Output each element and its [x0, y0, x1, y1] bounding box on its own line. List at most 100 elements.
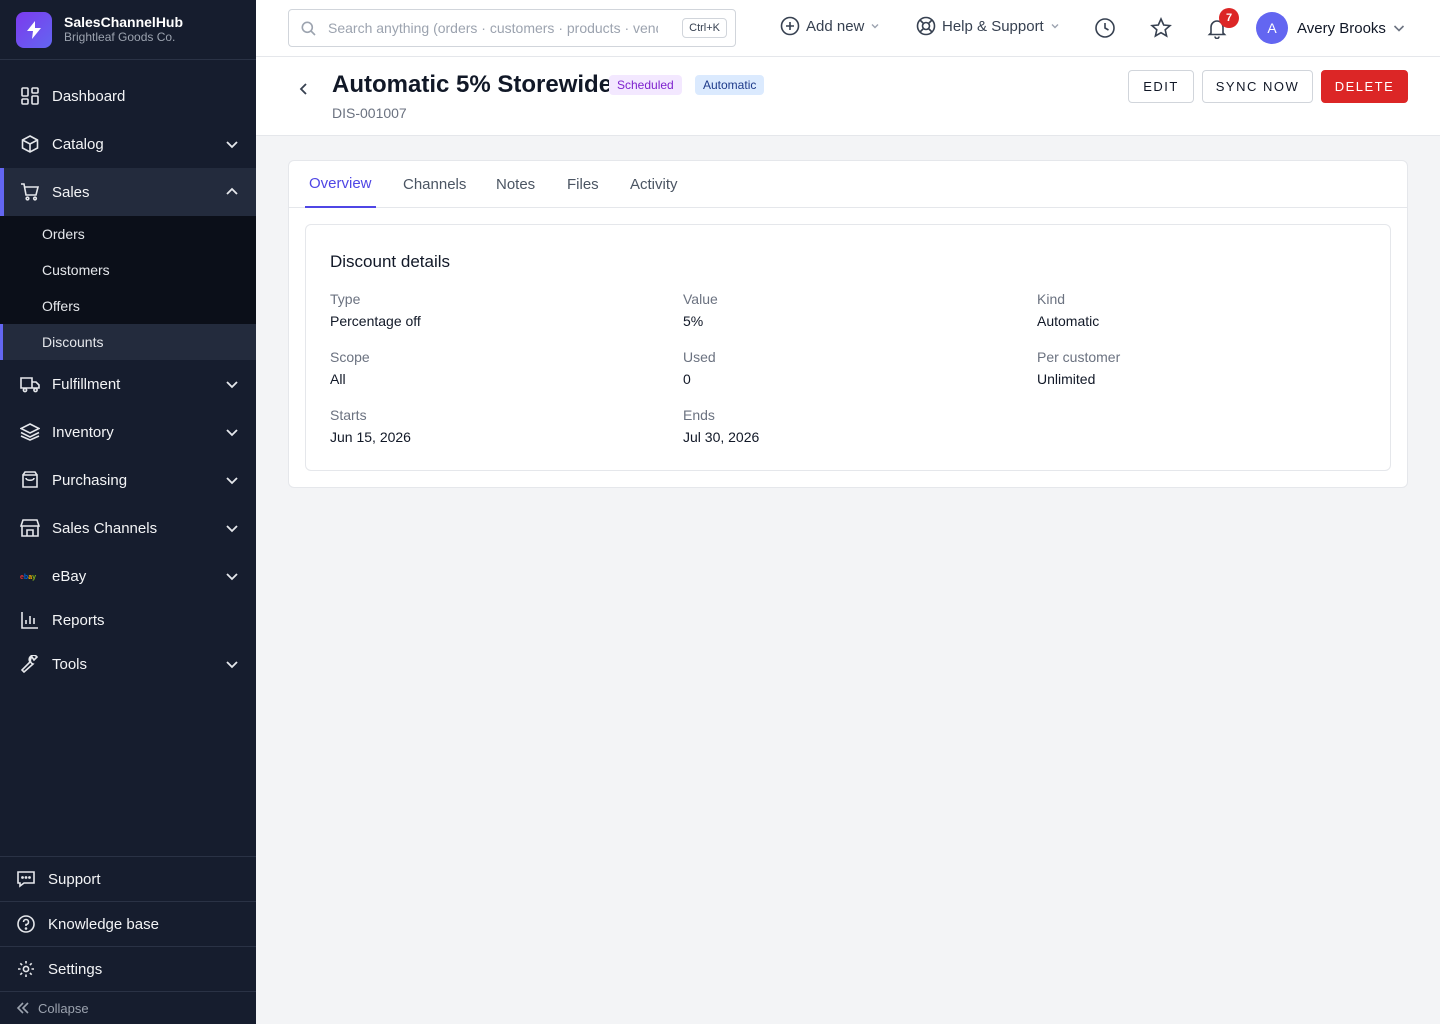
add-new-label: Add new [806, 17, 865, 35]
tab-overview[interactable]: Overview [305, 161, 376, 208]
chevron-down-icon [224, 656, 240, 672]
brand-name: SalesChannelHub [64, 14, 184, 30]
lightning-icon [16, 11, 52, 48]
search-input[interactable] [328, 20, 658, 36]
collapse-sidebar-button[interactable]: Collapse [0, 992, 256, 1024]
sidebar-item-label: Support [48, 870, 101, 888]
sidebar-item-dashboard[interactable]: Dashboard [0, 72, 256, 120]
page-title: Automatic 5% Storewide [332, 71, 613, 98]
tab-bar: Overview Channels Notes Files Activity [289, 161, 1407, 208]
shopping-bag-icon [20, 470, 40, 490]
tab-activity[interactable]: Activity [626, 161, 682, 208]
sidebar: SalesChannelHub Brightleaf Goods Co. Das… [0, 0, 256, 1024]
edit-button[interactable]: EDIT [1128, 70, 1194, 103]
field-label: Starts [330, 407, 367, 423]
field-value: Unlimited [1037, 371, 1096, 387]
chevrons-left-icon [16, 1001, 30, 1015]
sidebar-footer: Support Knowledge base Settings Collapse [0, 856, 256, 1024]
field-value: Jul 30, 2026 [683, 429, 760, 445]
collapse-label: Collapse [38, 1000, 89, 1016]
sidebar-item-label: Tools [52, 655, 88, 673]
field-value: All [330, 371, 346, 387]
record-id: DIS-001007 [332, 105, 407, 121]
field-kind: Kind Automatic [1037, 290, 1099, 330]
status-badge: Scheduled [609, 75, 682, 95]
sidebar-item-catalog[interactable]: Catalog [0, 120, 256, 168]
bar-chart-icon [20, 610, 40, 630]
sidebar-subitem-orders[interactable]: Orders [0, 216, 256, 252]
wrench-icon [20, 654, 40, 674]
chevron-down-icon [870, 21, 880, 31]
help-support-label: Help & Support [942, 17, 1044, 35]
tab-channels[interactable]: Channels [399, 161, 470, 208]
chevron-up-icon [224, 184, 240, 200]
sidebar-item-sales[interactable]: Sales [0, 168, 256, 216]
chevron-down-icon [224, 376, 240, 392]
brand[interactable]: SalesChannelHub Brightleaf Goods Co. [0, 0, 256, 60]
sidebar-item-reports[interactable]: Reports [0, 600, 256, 640]
top-bar: Ctrl+K Add new Help & Support 7 A Avery … [256, 0, 1440, 57]
user-menu[interactable]: A Avery Brooks [1256, 12, 1406, 44]
sidebar-item-fulfillment[interactable]: Fulfillment [0, 360, 256, 408]
sidebar-item-inventory[interactable]: Inventory [0, 408, 256, 456]
search-box[interactable]: Ctrl+K [288, 9, 736, 47]
field-label: Value [683, 291, 718, 307]
help-support-button[interactable]: Help & Support [916, 16, 1060, 36]
sales-submenu: Orders Customers Offers Discounts [0, 216, 256, 360]
sidebar-item-tools[interactable]: Tools [0, 640, 256, 688]
back-button[interactable] [296, 81, 312, 97]
help-circle-icon [16, 914, 36, 934]
sidebar-item-support[interactable]: Support [0, 857, 256, 902]
field-value: Jun 15, 2026 [330, 429, 411, 445]
field-label: Per customer [1037, 349, 1121, 365]
svg-text:ebay: ebay [20, 574, 36, 581]
sidebar-item-label: Fulfillment [52, 375, 121, 393]
field-label: Scope [330, 349, 370, 365]
notifications-button[interactable]: 7 [1205, 8, 1239, 40]
brand-org: Brightleaf Goods Co. [64, 30, 176, 44]
dashboard-icon [20, 86, 40, 106]
field-scope: Scope All [330, 348, 370, 388]
field-value: Percentage off [330, 313, 421, 329]
sidebar-item-label: eBay [52, 567, 87, 585]
sidebar-item-sales-channels[interactable]: Sales Channels [0, 504, 256, 552]
plus-circle-icon [780, 16, 800, 36]
user-name: Avery Brooks [1297, 19, 1386, 37]
add-new-button[interactable]: Add new [780, 16, 880, 36]
chat-icon [16, 869, 36, 889]
tab-files[interactable]: Files [563, 161, 603, 208]
favorites-button[interactable] [1149, 16, 1173, 40]
field-label: Type [330, 291, 361, 307]
sidebar-item-label: Inventory [52, 423, 114, 441]
sidebar-subitem-offers[interactable]: Offers [0, 288, 256, 324]
page-header: Automatic 5% Storewide Scheduled Automat… [256, 57, 1440, 136]
ebay-logo-icon: ebay [20, 566, 40, 586]
delete-button[interactable]: DELETE [1321, 70, 1408, 103]
avatar: A [1256, 12, 1288, 44]
field-starts: Starts Jun 15, 2026 [330, 406, 411, 446]
chevron-down-icon [1392, 21, 1406, 35]
field-label: Kind [1037, 291, 1066, 307]
discount-details-panel: Discount details Type Percentage off Val… [305, 224, 1391, 471]
sidebar-item-label: Knowledge base [48, 915, 159, 933]
sidebar-item-purchasing[interactable]: Purchasing [0, 456, 256, 504]
sidebar-item-label: Catalog [52, 135, 104, 153]
star-icon [1150, 17, 1172, 39]
field-value: 0 [683, 371, 691, 387]
sidebar-item-label: Sales [52, 183, 90, 201]
sync-now-button[interactable]: SYNC NOW [1202, 70, 1313, 103]
sidebar-subitem-customers[interactable]: Customers [0, 252, 256, 288]
section-title: Discount details [330, 252, 451, 271]
history-button[interactable] [1093, 16, 1117, 40]
layers-icon [20, 422, 40, 442]
sidebar-item-settings[interactable]: Settings [0, 947, 256, 992]
sidebar-nav: Dashboard Catalog Sales Orders Customers… [0, 72, 256, 688]
field-value: 5% [683, 313, 704, 329]
sidebar-item-label: Reports [52, 611, 105, 629]
sidebar-item-label: Sales Channels [52, 519, 158, 537]
tab-notes[interactable]: Notes [492, 161, 539, 208]
sidebar-subitem-discounts[interactable]: Discounts [0, 324, 256, 360]
sidebar-item-ebay[interactable]: ebay eBay [0, 552, 256, 600]
sidebar-item-knowledge-base[interactable]: Knowledge base [0, 902, 256, 947]
chevron-down-icon [224, 136, 240, 152]
